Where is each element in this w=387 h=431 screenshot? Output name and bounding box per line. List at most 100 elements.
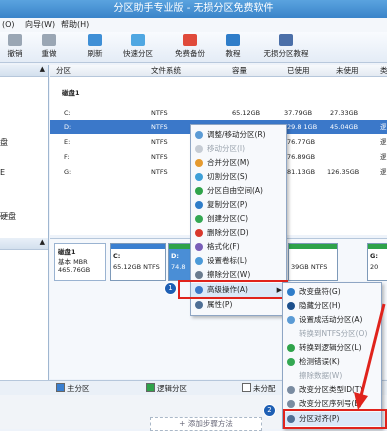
col-filesystem[interactable]: 文件系统 [151, 65, 181, 76]
left-panel-item-e[interactable]: E [0, 168, 5, 177]
letter-icon [287, 288, 295, 296]
cell-fs: NTFS [151, 168, 168, 176]
collapse-icon[interactable]: ▲ [40, 65, 45, 73]
menu-item-create[interactable]: 创建分区(C) [191, 212, 286, 226]
redo-button[interactable]: 重做 [36, 34, 62, 59]
partition-block-c[interactable]: C: 65.12GB NTFS [110, 243, 166, 281]
legend-unallocated-swatch [242, 383, 251, 392]
disk-type: 基本 MBR [58, 258, 88, 266]
cell-free: 27.33GB [330, 109, 359, 117]
arrow-head [354, 392, 368, 410]
cell-fs: NTFS [151, 123, 168, 131]
create-icon [195, 215, 203, 223]
col-partition[interactable]: 分区 [56, 65, 71, 76]
menu-label: 合并分区(M) [207, 158, 250, 167]
menu-label: 设置卷标(L) [207, 256, 248, 265]
menu-label: 格式化(F) [207, 242, 240, 251]
legend-primary: 主分区 [56, 383, 90, 394]
free-backup-label: 免费备份 [175, 49, 205, 58]
legend-primary-swatch [56, 383, 65, 392]
col-free[interactable]: 未使用 [336, 65, 359, 76]
menu-label: 删除分区(D) [207, 228, 249, 237]
cell-type: 逻 [380, 138, 387, 146]
menu-item-resize-move[interactable]: 调整/移动分区(R) [191, 128, 286, 142]
cell-type: 逻 [380, 168, 387, 176]
undo-button[interactable]: 撤销 [2, 34, 28, 59]
partition-d-info: 74.8 [171, 263, 186, 271]
quick-partition-icon [131, 34, 145, 46]
cell-fs: NTFS [151, 138, 168, 146]
refresh-button[interactable]: 刷新 [82, 34, 108, 59]
refresh-icon [88, 34, 102, 46]
tutorial-button[interactable]: 教程 [220, 34, 246, 59]
undo-icon [8, 34, 22, 46]
move-icon [195, 145, 203, 153]
cell-cap: 65.12GB [232, 109, 261, 117]
free-backup-button[interactable]: 免费备份 [170, 34, 210, 59]
menu-item-merge[interactable]: 合并分区(M) [191, 156, 286, 170]
partition-block-f[interactable]: 39GB NTFS [288, 243, 338, 281]
cell-used: 37.79GB [284, 109, 313, 117]
left-panel-item-harddisk[interactable]: 硬盘 [0, 211, 16, 222]
menu-label: 分区自由空间(A) [207, 186, 263, 195]
col-type[interactable]: 类 [380, 65, 387, 76]
col-capacity[interactable]: 容量 [232, 65, 247, 76]
step-badge-2: 2 [263, 404, 276, 417]
resize-icon [195, 131, 203, 139]
lossless-tutorial-label: 无损分区教程 [263, 49, 309, 58]
cell-part: C: [64, 109, 71, 117]
highlight-align [283, 409, 387, 429]
menu-label: 擦除数据(W) [299, 371, 343, 380]
highlight-advanced [178, 280, 288, 299]
cell-fs: NTFS [151, 153, 168, 161]
collapse-icon-2[interactable]: ▲ [40, 238, 45, 246]
disk-box[interactable]: 磁盘1 基本 MBR 465.76GB [54, 243, 106, 281]
partition-c-info: 65.12GB NTFS [113, 263, 160, 271]
undo-label: 撤销 [7, 49, 23, 58]
left-panel-header-2[interactable]: ▲ [0, 238, 48, 250]
disk-size: 465.76GB [58, 266, 91, 274]
legend-primary-label: 主分区 [67, 384, 90, 393]
lossless-tutorial-button[interactable]: 无损分区教程 [258, 34, 314, 59]
cell-fs: NTFS [151, 109, 168, 117]
cell-type: 逻 [380, 123, 387, 131]
allocate-icon [195, 187, 203, 195]
cell-used: 29.8 1GB [287, 123, 318, 131]
partition-f-usage-bar [289, 244, 337, 249]
submenu-item-change-letter[interactable]: 改变盘符(G) [283, 285, 381, 299]
menu-item-move[interactable]: 移动分区(I) [191, 142, 286, 156]
menu-item-set-label[interactable]: 设置卷标(L) [191, 254, 286, 268]
menu-item-split[interactable]: 切割分区(S) [191, 170, 286, 184]
menu-item-allocate-free-space[interactable]: 分区自由空间(A) [191, 184, 286, 198]
left-panel: ▲ 盘 E 硬盘 ▲ [0, 65, 49, 385]
quick-partition-label: 快速分区 [123, 49, 153, 58]
menu-item-help[interactable]: 帮助(H) [61, 18, 89, 32]
menu-item-properties[interactable]: 属性(P) [191, 298, 286, 312]
partition-c-letter: C: [113, 252, 121, 260]
convert-icon [287, 344, 295, 352]
quick-partition-button[interactable]: 快速分区 [118, 34, 158, 59]
table-row[interactable]: C: NTFS 65.12GB 37.79GB 27.33GB [50, 106, 387, 120]
merge-icon [195, 159, 203, 167]
properties-icon [195, 301, 203, 309]
wipe-icon [195, 271, 203, 279]
left-panel-item-disk[interactable]: 盘 [0, 137, 8, 148]
menu-label: 调整/移动分区(R) [207, 130, 266, 139]
menu-item-delete[interactable]: 删除分区(D) [191, 226, 286, 240]
table-header: 分区 文件系统 容量 已使用 未使用 类 [50, 65, 387, 77]
menu-label: 创建分区(C) [207, 214, 249, 223]
col-used[interactable]: 已使用 [287, 65, 310, 76]
step-badge-1: 1 [164, 282, 177, 295]
tutorial-label: 教程 [225, 49, 241, 58]
menu-item-format[interactable]: 格式化(F) [191, 240, 286, 254]
left-panel-header-1[interactable]: ▲ [0, 65, 48, 77]
menu-label: 切割分区(S) [207, 172, 248, 181]
tutorial-icon [226, 34, 240, 46]
menu-item-other[interactable]: (O) [2, 18, 15, 32]
menu-item-wizard[interactable]: 向导(W) [25, 18, 55, 32]
menu-label: 复制分区(P) [207, 200, 248, 209]
toolbar: 撤销 重做 刷新 快速分区 免费备份 教程 无损分区教程 [0, 32, 387, 63]
menu-item-copy[interactable]: 复制分区(P) [191, 198, 286, 212]
partition-d-letter: D: [171, 252, 179, 260]
partition-block-g[interactable]: G: 20 [367, 243, 387, 281]
